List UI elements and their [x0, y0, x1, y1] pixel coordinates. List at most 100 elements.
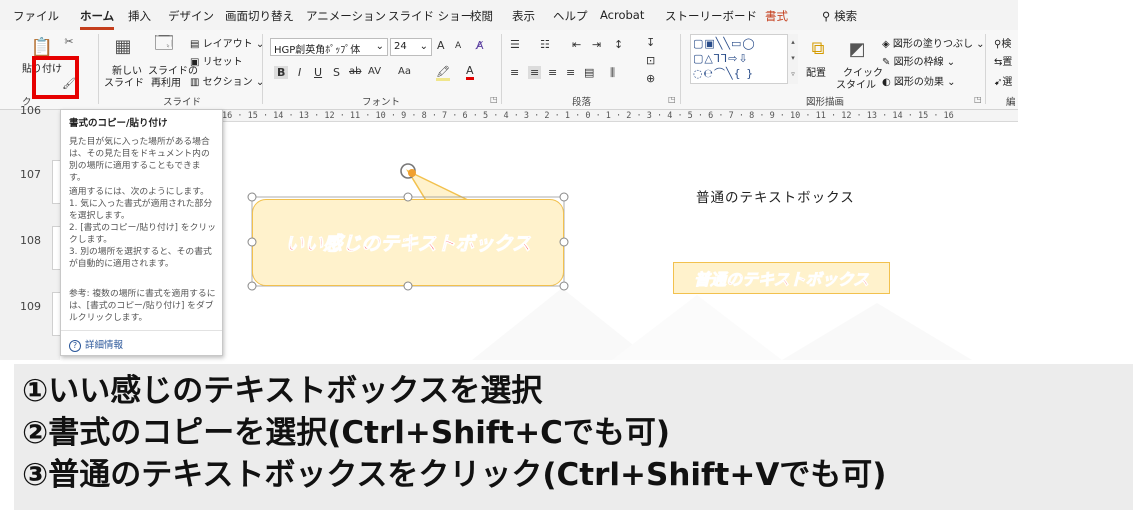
slide-thumbnail[interactable] — [52, 160, 60, 204]
tab-format[interactable]: 書式 — [765, 8, 788, 24]
text-direction-icon[interactable]: ↧ — [646, 36, 655, 49]
shape-outline-button[interactable]: ✎ 図形の枠線 ⌄ — [882, 53, 955, 68]
tooltip-title: 書式のコピー/貼り付け — [69, 118, 168, 129]
group-separator — [501, 34, 502, 104]
layout-button[interactable]: ▤ レイアウト ⌄ — [190, 35, 264, 50]
drawing-dialog-launcher-icon[interactable]: ◳ — [974, 95, 982, 104]
font-name-value: HGP創英角ﾎﾟｯﾌﾟ体 — [274, 45, 361, 56]
paragraph-group-label: 段落 — [572, 97, 592, 108]
quick-styles-icon[interactable]: ◩ — [844, 36, 870, 62]
tab-animations[interactable]: アニメーション — [306, 8, 386, 24]
horizontal-ruler[interactable]: 16 · 15 · 14 · 13 · 12 · 11 · 10 · 9 · 8… — [222, 110, 1018, 122]
tooltip-note: 参考: 複数の場所に書式を適用するには、[書式のコピー/貼り付け] をダブルクリ… — [69, 289, 216, 323]
font-name-combo[interactable]: HGP創英角ﾎﾟｯﾌﾟ体 ⌄ — [270, 38, 388, 56]
font-size-combo[interactable]: 24 ⌄ — [390, 38, 432, 56]
slide-thumbnail[interactable] — [52, 226, 60, 270]
format-painter-highlight — [32, 56, 79, 99]
replace-label: 置 — [1002, 57, 1013, 68]
italic-button[interactable]: I — [298, 66, 301, 79]
align-text-icon[interactable]: ⊡ — [646, 54, 655, 67]
tab-acrobat[interactable]: Acrobat — [600, 8, 644, 22]
select-button[interactable]: ➹選 — [994, 73, 1012, 88]
tab-view[interactable]: 表示 — [512, 8, 535, 24]
arrange-label[interactable]: 配置 — [806, 64, 826, 79]
line-spacing-icon[interactable]: ↕ — [614, 38, 623, 51]
ribbon: 📋 貼り付け ✂ 🖌 ク ▦ 新しい スライド 🗔 スライドの 再利用 ▤ レイ… — [0, 30, 1018, 110]
strikethrough-button[interactable]: S — [333, 66, 340, 79]
reuse-slides-icon[interactable]: 🗔 — [152, 33, 176, 58]
justify-icon[interactable]: ≡ — [566, 66, 575, 79]
tab-design[interactable]: デザイン — [168, 8, 214, 24]
decrease-indent-icon[interactable]: ⇤ — [572, 38, 581, 51]
align-right-icon[interactable]: ≡ — [548, 66, 557, 79]
search-icon: ⚲ — [822, 9, 831, 23]
formatted-textbox[interactable]: 普通のテキストボックス — [673, 262, 890, 294]
font-color-icon[interactable]: A — [466, 64, 474, 80]
tab-home[interactable]: ホーム — [80, 8, 115, 30]
reuse-slides-label-2[interactable]: 再利用 — [151, 74, 181, 89]
instruction-step-1: ①いい感じのテキストボックスを選択 — [22, 373, 543, 409]
strikethrough-abc-button[interactable]: ab — [349, 66, 361, 77]
select-label: 選 — [1002, 77, 1013, 88]
new-slide-icon[interactable]: ▦ — [110, 34, 136, 58]
shrink-font-button[interactable]: A — [455, 41, 461, 51]
reset-button[interactable]: ▣ リセット — [190, 53, 243, 68]
shape-fill-button[interactable]: ◈ 図形の塗りつぶし ⌄ — [882, 35, 985, 50]
font-size-value: 24 — [394, 41, 407, 52]
tab-storyboard[interactable]: ストーリーボード — [665, 8, 757, 24]
replace-button[interactable]: ⇆置 — [994, 53, 1012, 68]
section-button[interactable]: ▥ セクション ⌄ — [190, 73, 264, 88]
slide-number: 106 — [20, 104, 41, 117]
align-center-icon[interactable]: ≡ — [528, 66, 542, 79]
smartart-icon[interactable]: ⊕ — [646, 72, 655, 85]
numbering-icon[interactable]: ☷ — [540, 38, 550, 51]
underline-button[interactable]: U — [314, 66, 322, 79]
paragraph-dialog-launcher-icon[interactable]: ◳ — [668, 95, 676, 104]
increase-indent-icon[interactable]: ⇥ — [592, 38, 601, 51]
tab-insert[interactable]: 挿入 — [128, 8, 151, 24]
adjust-handle-icon[interactable] — [408, 169, 416, 177]
tab-review[interactable]: 校閲 — [470, 8, 493, 24]
align-left-icon[interactable]: ≡ — [510, 66, 519, 79]
shapes-gallery-scroll[interactable]: ▴ ▾ ▿ — [787, 34, 798, 84]
char-spacing-button[interactable]: AV — [368, 66, 381, 77]
nice-textbox[interactable]: いい感じのテキストボックス — [252, 199, 564, 286]
drawing-group-label: 図形描画 — [806, 97, 845, 108]
grow-font-button[interactable]: A — [437, 39, 445, 52]
tab-transitions[interactable]: 画面切り替え — [225, 8, 294, 24]
tab-help[interactable]: ヘルプ — [553, 8, 588, 24]
font-dialog-launcher-icon[interactable]: ◳ — [490, 95, 498, 104]
arrange-icon[interactable]: ⧉ — [806, 36, 830, 60]
tooltip-description: 見た目が気に入った場所がある場合は、その見た目をドキュメント内の別の場所に適用す… — [69, 137, 210, 183]
slide-thumbnail[interactable] — [52, 292, 60, 336]
distribute-icon[interactable]: ▤ — [584, 66, 594, 79]
bold-button[interactable]: B — [274, 66, 289, 79]
editing-group-label: 編 — [1006, 97, 1016, 108]
slide-number: 108 — [20, 234, 41, 247]
clear-format-icon[interactable]: A̸ — [476, 39, 484, 52]
cut-icon[interactable]: ✂ — [62, 34, 76, 48]
shape-effects-button[interactable]: ◐ 図形の効果 ⌄ — [882, 73, 955, 88]
ribbon-tab-bar: ファイル ホーム 挿入 デザイン 画面切り替え アニメーション スライド ショー… — [0, 0, 1018, 30]
group-separator — [98, 34, 99, 104]
shapes-gallery[interactable]: ▢▣╲╲▭◯ ▢△⅂⅂⇨⇩ ◌℮⌒╲{ } — [690, 34, 798, 84]
plain-textbox[interactable]: 普通のテキストボックス — [696, 186, 855, 206]
slide-canvas[interactable]: いい感じのテキストボックス 普通のテキストボックス 普通のテキストボックス — [222, 123, 1018, 360]
bullets-icon[interactable]: ☰ — [510, 38, 520, 51]
new-slide-label-2[interactable]: スライド — [104, 74, 144, 89]
quick-styles-label-2[interactable]: スタイル — [836, 76, 876, 91]
chevron-down-icon: ⌄ — [419, 41, 428, 52]
highlight-color-icon[interactable]: 🖍 — [436, 65, 450, 81]
find-button[interactable]: ⚲検 — [994, 35, 1011, 50]
tooltip-more-info[interactable]: ? 詳細情報 — [61, 330, 222, 358]
tab-slideshow[interactable]: スライド ショー — [388, 8, 472, 24]
columns-icon[interactable]: ⫼ — [610, 66, 615, 80]
paste-icon[interactable]: 📋 — [30, 36, 54, 58]
shape-outline-label: 図形の枠線 — [893, 57, 944, 68]
change-case-button[interactable]: Aa — [398, 66, 411, 77]
ribbon-search[interactable]: ⚲ 検索 — [822, 8, 857, 24]
tooltip-step: 1. 気に入った書式が適用された部分を選択します。 — [69, 199, 213, 221]
paint-bucket-icon: ◈ — [882, 39, 890, 50]
tab-file[interactable]: ファイル — [13, 8, 59, 24]
effects-icon: ◐ — [882, 77, 891, 88]
